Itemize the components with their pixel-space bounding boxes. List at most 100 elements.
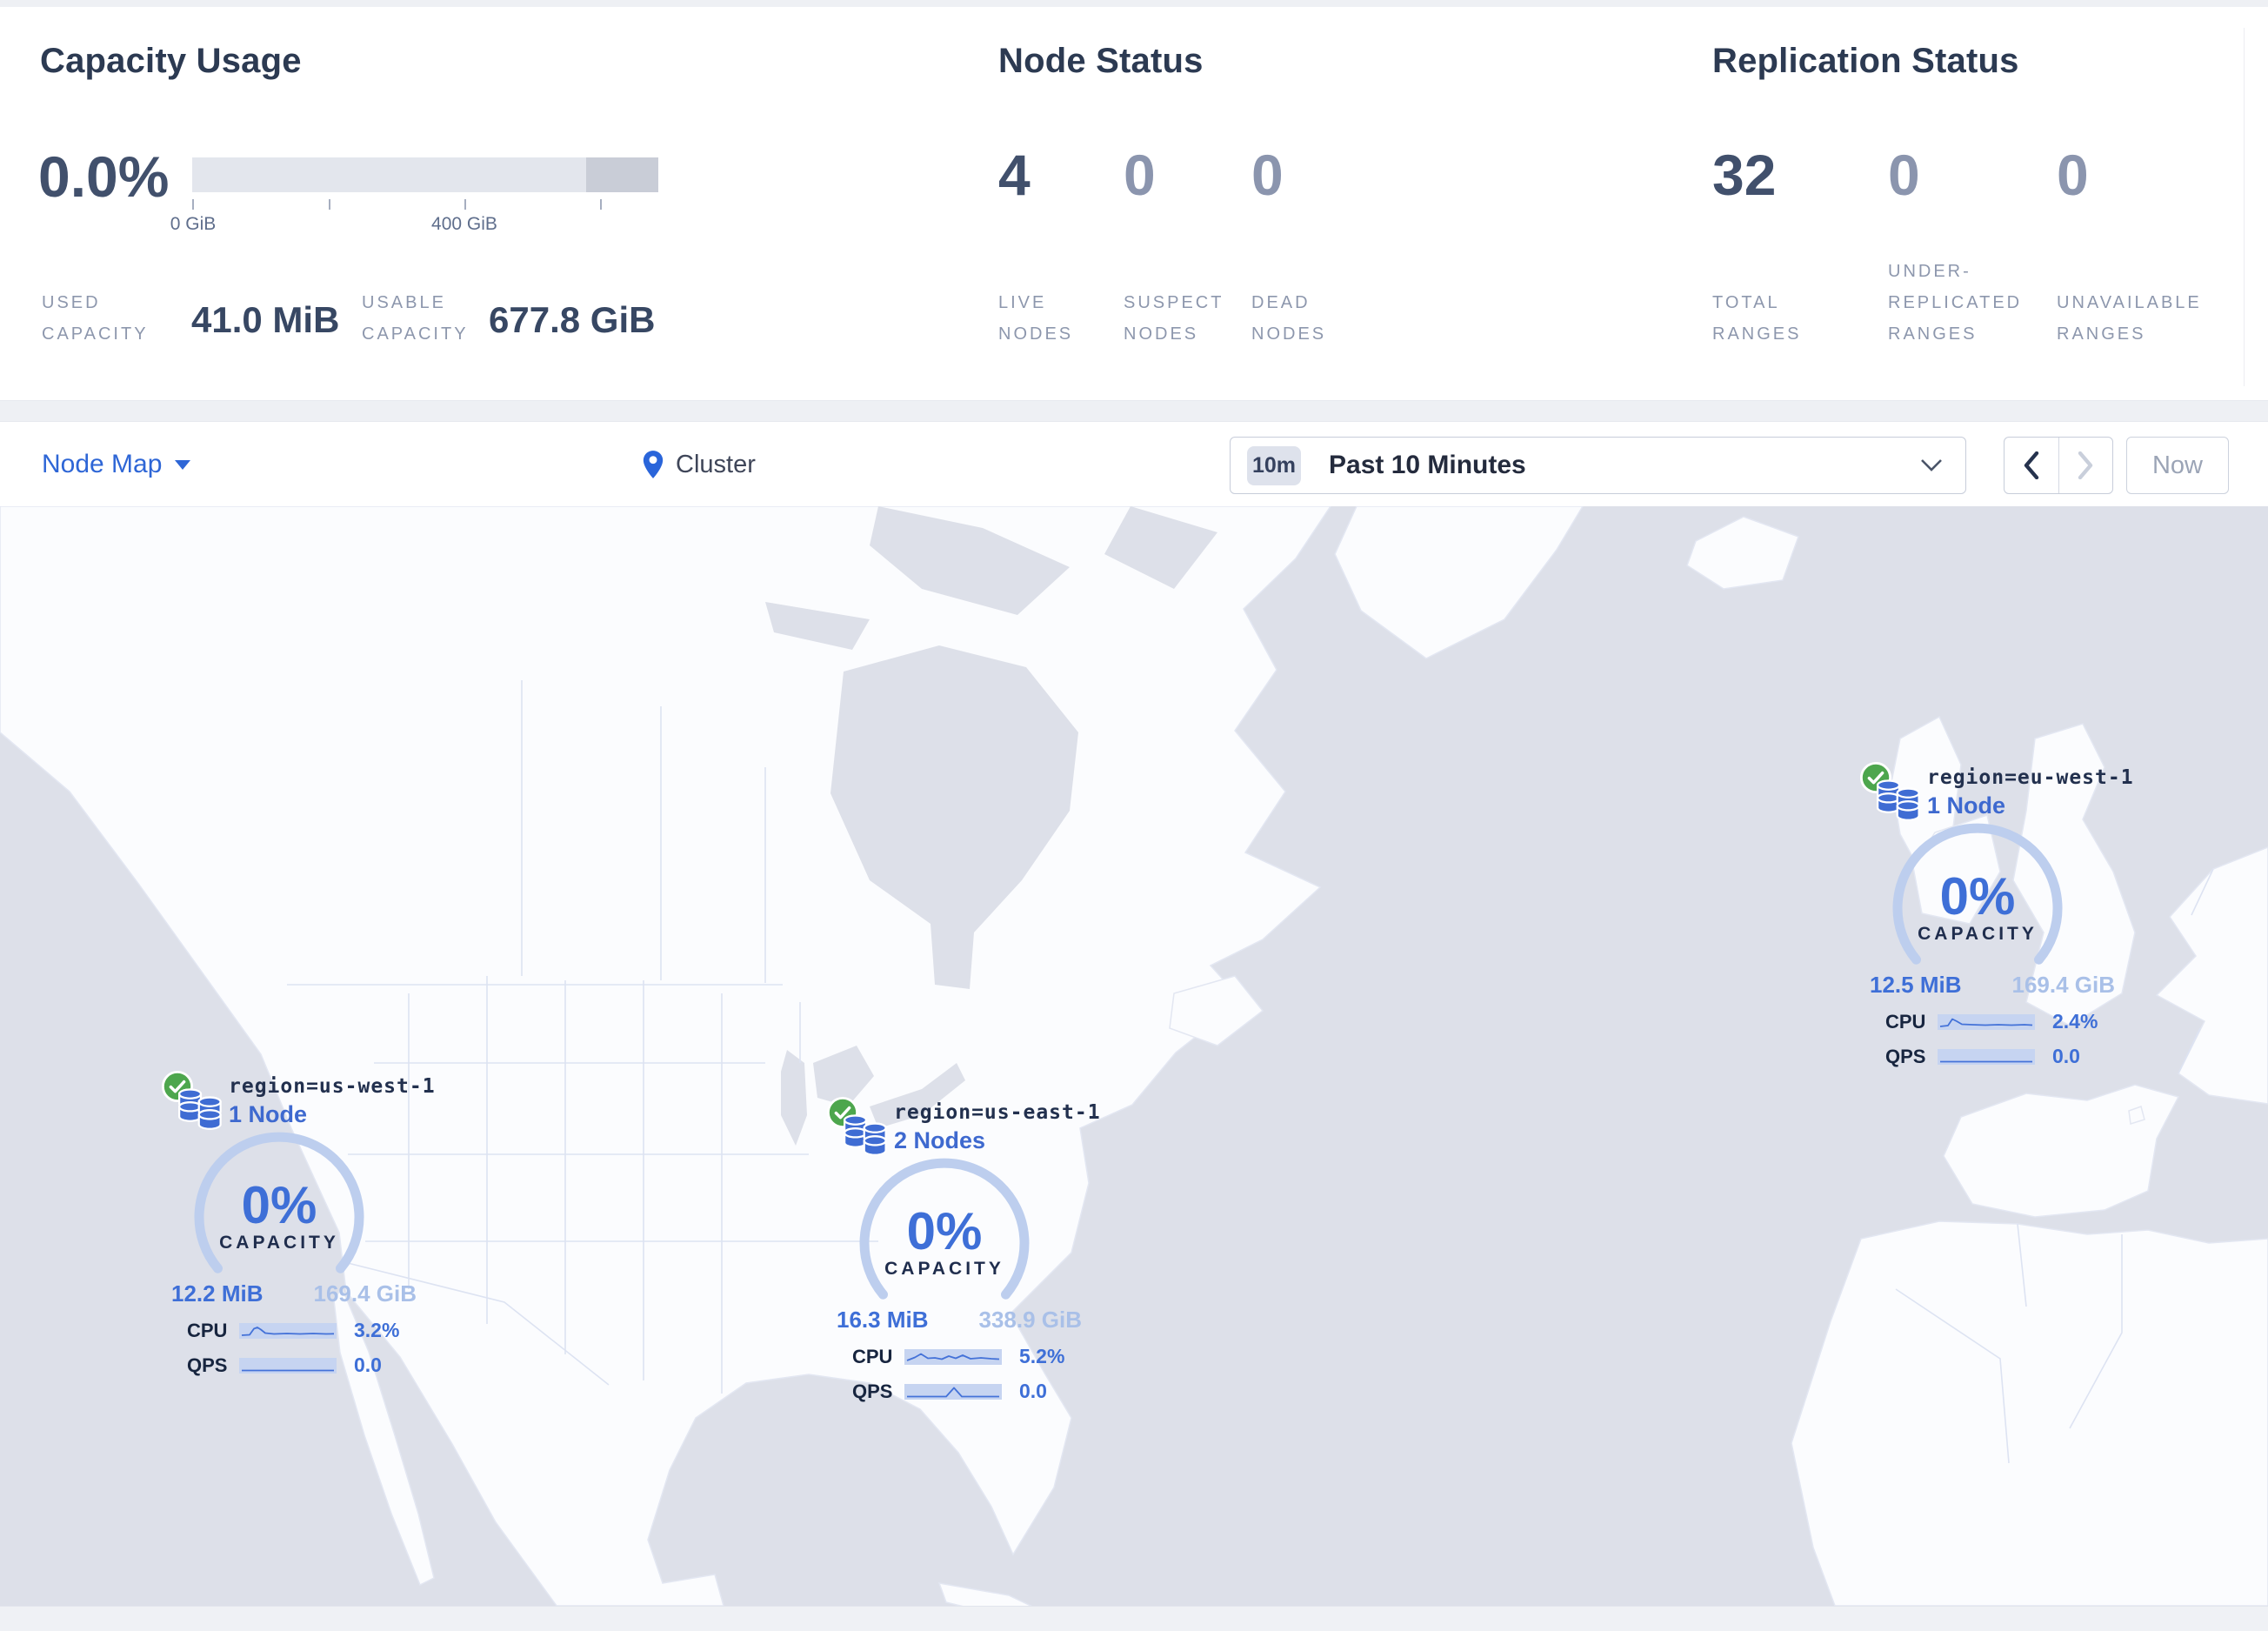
capacity-usage-title: Capacity Usage: [40, 42, 302, 80]
qps-metric-row: QPS 0.0: [852, 1380, 1104, 1403]
unavailable-ranges-label: UNAVAILABLE RANGES: [2057, 293, 2202, 344]
capacity-values: 12.5 MiB 169.4 GiB: [1870, 972, 2115, 999]
unavailable-ranges-value: 0: [2057, 143, 2089, 207]
qps-label: QPS: [852, 1380, 893, 1402]
database-stack-icon: [178, 1088, 222, 1130]
used-capacity-label: USED CAPACITY: [42, 293, 149, 344]
axis-tick-label: 400 GiB: [431, 214, 497, 234]
time-range-selector[interactable]: 10m Past 10 Minutes: [1230, 437, 1966, 494]
capacity-percent: 0.0%: [38, 144, 170, 209]
chevron-down-icon: [1921, 459, 1942, 471]
axis-tick: [192, 199, 194, 210]
capacity-usage-bar: [192, 157, 658, 192]
under-replicated-ranges-value: 0: [1888, 143, 1920, 207]
region-card-eu-west-1[interactable]: region=eu-west-1 1 Node 0% CAPACITY 12.5…: [1859, 759, 2138, 1068]
axis-tick: [600, 199, 602, 210]
view-selector-label: Node Map: [42, 450, 163, 478]
cpu-label: CPU: [1885, 1010, 1926, 1033]
qps-sparkline: [904, 1383, 1002, 1400]
next-time-range-button[interactable]: [2058, 438, 2113, 493]
cpu-value: 5.2%: [1019, 1345, 1065, 1367]
region-title: region=us-west-1: [229, 1075, 436, 1098]
axis-tick-label: 0 GiB: [170, 214, 217, 234]
axis-tick: [329, 199, 330, 210]
cpu-metric-row: CPU 3.2%: [187, 1319, 439, 1342]
cpu-value: 3.2%: [354, 1319, 400, 1341]
cluster-summary-panel: Capacity Usage 0.0% 0 GiB 400 GiB USED C…: [0, 7, 2268, 401]
capacity-values: 16.3 MiB 338.9 GiB: [837, 1307, 1082, 1334]
region-card-header: region=us-west-1 1 Node: [161, 1068, 439, 1130]
capacity-gauge: 0% CAPACITY: [1891, 817, 2065, 965]
gauge-percent: 0%: [242, 1176, 317, 1234]
live-nodes-label: LIVE NODES: [998, 293, 1074, 344]
cpu-sparkline: [239, 1322, 337, 1339]
footer-strip: [0, 1606, 2268, 1631]
cpu-metric-row: CPU 5.2%: [852, 1345, 1104, 1368]
region-title: region=eu-west-1: [1927, 766, 2134, 789]
replication-status-title: Replication Status: [1712, 42, 2019, 80]
view-selector-dropdown[interactable]: Node Map: [42, 422, 191, 507]
region-card-us-east-1[interactable]: region=us-east-1 2 Nodes 0% CAPACITY 16.…: [826, 1094, 1104, 1403]
suspect-nodes-value: 0: [1124, 143, 1156, 207]
capacity-gauge: 0% CAPACITY: [857, 1152, 1031, 1300]
gauge-percent: 0%: [907, 1202, 983, 1260]
suspect-nodes-label: SUSPECT NODES: [1124, 293, 1224, 344]
region-title: region=us-east-1: [894, 1101, 1101, 1124]
map-toolbar: Node Map Cluster 10m Past 10 Minutes Now: [0, 421, 2268, 508]
database-stack-icon: [1877, 779, 1920, 821]
usable-capacity-label: USABLE CAPACITY: [362, 293, 469, 344]
axis-tick: [464, 199, 466, 210]
total-capacity: 338.9 GiB: [978, 1307, 1082, 1333]
under-replicated-ranges-label: UNDER-REPLICATED RANGES: [1888, 262, 2023, 344]
panel-divider: [2244, 28, 2245, 386]
dead-nodes-value: 0: [1251, 143, 1284, 207]
node-status-title: Node Status: [998, 42, 1204, 80]
dead-nodes-label: DEAD NODES: [1251, 293, 1327, 344]
time-range-badge: 10m: [1247, 445, 1301, 485]
chevron-down-icon: [175, 460, 191, 470]
total-ranges-label: TOTAL RANGES: [1712, 293, 1802, 344]
region-card-header: region=us-east-1 2 Nodes: [826, 1094, 1104, 1156]
total-capacity: 169.4 GiB: [2011, 972, 2115, 998]
qps-sparkline: [239, 1357, 337, 1374]
cpu-value: 2.4%: [2052, 1010, 2098, 1033]
region-card-us-west-1[interactable]: region=us-west-1 1 Node 0% CAPACITY 12.2…: [161, 1068, 439, 1377]
map-pin-icon: [643, 451, 664, 478]
cluster-overview-page: Capacity Usage 0.0% 0 GiB 400 GiB USED C…: [0, 0, 2268, 1631]
time-range-pager: [2004, 437, 2113, 494]
used-capacity: 16.3 MiB: [837, 1307, 929, 1333]
gauge-label: CAPACITY: [219, 1233, 339, 1253]
region-node-count: 1 Node: [1927, 792, 2006, 819]
qps-value: 0.0: [354, 1354, 382, 1376]
used-capacity: 12.2 MiB: [171, 1280, 263, 1307]
prev-time-range-button[interactable]: [2005, 438, 2058, 493]
cpu-label: CPU: [187, 1319, 228, 1341]
total-ranges-value: 32: [1712, 143, 1777, 207]
gauge-percent: 0%: [1940, 867, 2016, 926]
region-card-header: region=eu-west-1 1 Node: [1859, 759, 2138, 821]
cpu-sparkline: [904, 1348, 1002, 1365]
chevron-left-icon: [2024, 451, 2038, 479]
qps-value: 0.0: [2052, 1045, 2080, 1067]
gauge-label: CAPACITY: [1918, 924, 2038, 944]
gauge-label: CAPACITY: [884, 1259, 1004, 1279]
capacity-values: 12.2 MiB 169.4 GiB: [171, 1280, 417, 1307]
live-nodes-value: 4: [998, 143, 1031, 207]
database-stack-icon: [844, 1114, 887, 1156]
used-capacity: 12.5 MiB: [1870, 972, 1962, 998]
total-capacity: 169.4 GiB: [313, 1280, 417, 1307]
qps-metric-row: QPS 0.0: [1885, 1045, 2138, 1068]
cpu-metric-row: CPU 2.4%: [1885, 1010, 2138, 1033]
qps-metric-row: QPS 0.0: [187, 1354, 439, 1377]
qps-label: QPS: [187, 1354, 228, 1376]
qps-value: 0.0: [1019, 1380, 1047, 1402]
usable-capacity-value: 677.8 GiB: [489, 299, 656, 340]
capacity-gauge: 0% CAPACITY: [192, 1126, 366, 1273]
region-node-count: 1 Node: [229, 1101, 308, 1127]
used-capacity-value: 41.0 MiB: [191, 299, 340, 340]
now-button[interactable]: Now: [2126, 437, 2229, 494]
cpu-label: CPU: [852, 1345, 893, 1367]
chevron-right-icon: [2078, 451, 2093, 479]
breadcrumb[interactable]: Cluster: [642, 422, 756, 507]
cpu-sparkline: [1938, 1013, 2035, 1030]
